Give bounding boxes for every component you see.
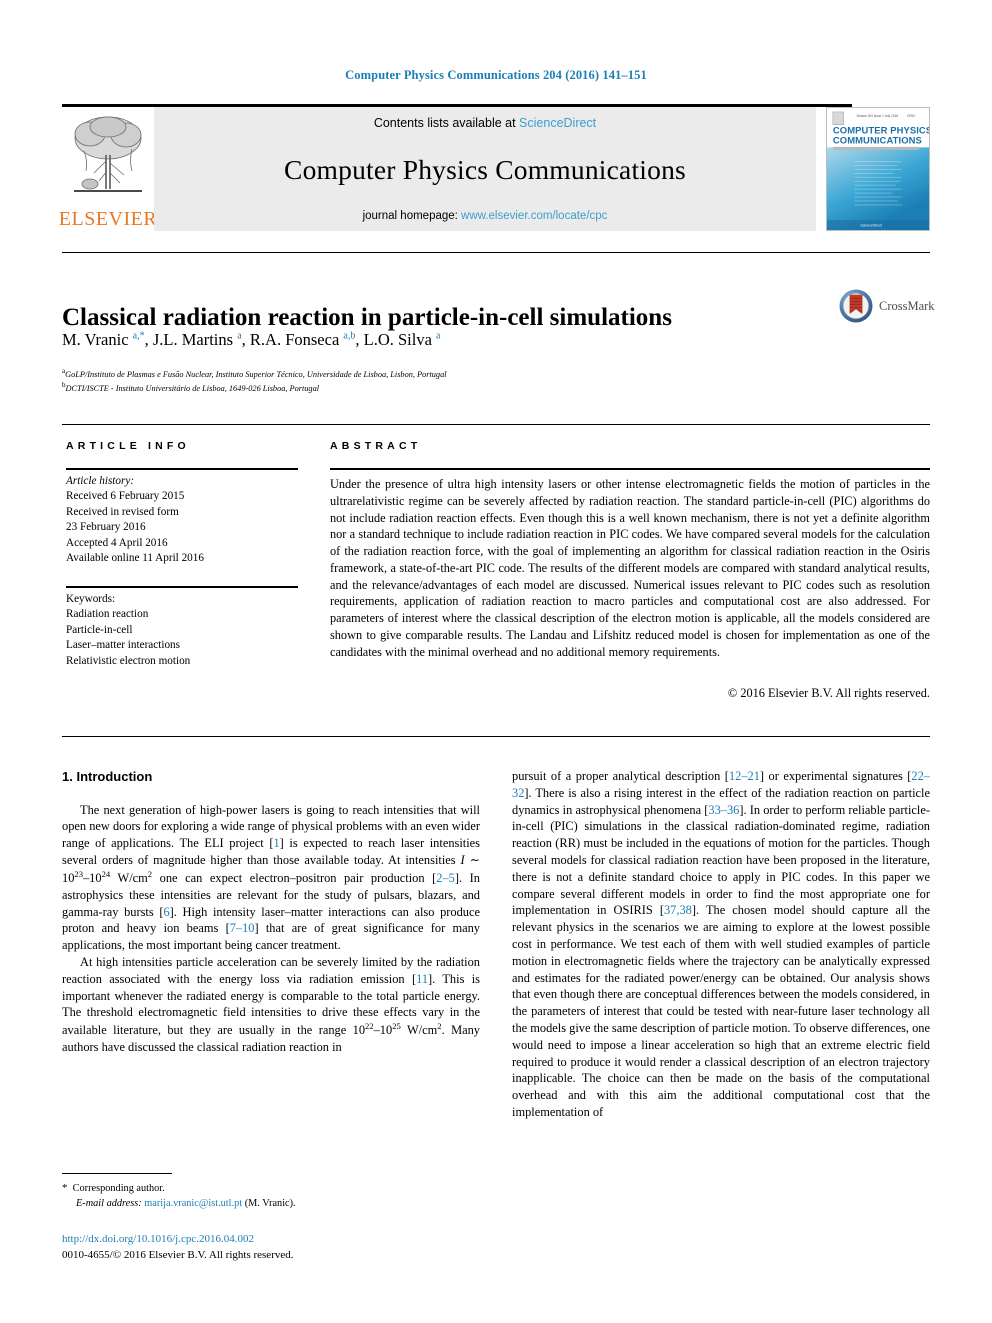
affiliation-b: bDCTI/ISCTE - Instituto Universitário de… (62, 381, 822, 394)
page-title: Classical radiation reaction in particle… (62, 303, 672, 331)
masthead-body: ELSEVIER Contents lists available at Sci… (58, 107, 932, 231)
journal-cover-thumbnail: Volume 204 Issue 1 July 2016 ISSN COMPUT… (826, 107, 932, 231)
elsevier-logo: ELSEVIER (58, 107, 158, 231)
affiliation-a-text: GoLP/Instituto de Plasmas e Fusão Nuclea… (65, 369, 447, 379)
keywords-label: Keywords: (66, 593, 116, 605)
corresponding-label: Corresponding author. (72, 1183, 165, 1194)
keyword-item: Relativistic electron motion (66, 654, 191, 667)
journal-cover-image: Volume 204 Issue 1 July 2016 ISSN COMPUT… (826, 107, 932, 231)
svg-text:COMMUNICATIONS: COMMUNICATIONS (833, 134, 922, 145)
masthead-center: Contents lists available at ScienceDirec… (154, 107, 816, 231)
journal-homepage-line: journal homepage: www.elsevier.com/locat… (363, 210, 608, 222)
abstract-heading: ABSTRACT (330, 440, 422, 452)
keywords-list: Keywords: Radiation reaction Particle-in… (66, 592, 298, 669)
history-item: Received 6 February 2015 (66, 490, 185, 503)
keyword-item: Radiation reaction (66, 608, 149, 621)
elsevier-tree-icon (74, 116, 142, 192)
abstract-block-top-rule (62, 424, 930, 425)
email-label: E-mail address: (76, 1197, 142, 1209)
email-link[interactable]: marija.vranic@ist.utl.pt (144, 1198, 242, 1209)
svg-text:ISSN: ISSN (907, 114, 914, 118)
keyword-item: Particle-in-cell (66, 623, 133, 636)
paper-page: Computer Physics Communications 204 (201… (0, 0, 992, 1323)
paragraph: pursuit of a proper analytical descripti… (512, 769, 930, 1119)
issn-copyright-line: 0010-4655/© 2016 Elsevier B.V. All right… (62, 1249, 294, 1261)
svg-text:Volume 204 Issue 1 July 2016: Volume 204 Issue 1 July 2016 (856, 114, 898, 118)
corresponding-marker: * (62, 1182, 68, 1194)
doi-link[interactable]: http://dx.doi.org/10.1016/j.cpc.2016.04.… (62, 1233, 492, 1245)
affiliation-a: aGoLP/Instituto de Plasmas e Fusão Nucle… (62, 367, 822, 380)
keyword-item: Laser–matter interactions (66, 639, 180, 652)
keywords-rule (66, 586, 298, 588)
svg-text:ScienceDirect: ScienceDirect (860, 224, 882, 228)
history-item: Available online 11 April 2016 (66, 552, 204, 565)
history-item: Accepted 4 April 2016 (66, 536, 168, 549)
article-history-label: Article history: (66, 475, 135, 487)
article-info-heading: ARTICLE INFO (66, 440, 190, 452)
section-heading-introduction: 1. Introduction (62, 769, 153, 784)
history-item: Received in revised form (66, 505, 179, 518)
affiliation-b-text: DCTI/ISCTE - Instituto Universitário de … (65, 383, 320, 393)
journal-masthead: ELSEVIER Contents lists available at Sci… (58, 104, 932, 231)
running-head: Computer Physics Communications 204 (201… (345, 68, 647, 82)
body-column-right: pursuit of a proper analytical descripti… (512, 768, 930, 1121)
history-item: 23 February 2016 (66, 521, 146, 534)
abstract-block-bottom-rule (62, 736, 930, 737)
abstract-text: Under the presence of ultra high intensi… (330, 477, 930, 659)
crossmark-badge[interactable]: CrossMark (838, 284, 942, 328)
elsevier-wordmark: ELSEVIER (58, 208, 158, 230)
homepage-prefix: journal homepage: (362, 210, 462, 222)
journal-title: Computer Physics Communications (284, 154, 686, 185)
footnote-rule (62, 1173, 172, 1174)
article-info-rule (66, 468, 298, 470)
sciencedirect-link[interactable]: ScienceDirect (519, 116, 596, 130)
footnote-corresponding-author: * Corresponding author. E-mail address: … (62, 1181, 480, 1212)
crossmark-label: CrossMark (879, 298, 935, 313)
contents-lists-line: Contents lists available at ScienceDirec… (374, 116, 596, 130)
contents-prefix: Contents lists available at (373, 116, 520, 130)
email-suffix: (M. Vranic). (244, 1197, 296, 1209)
title-separator-rule (62, 252, 930, 253)
crossmark-icon (839, 289, 873, 323)
article-history: Article history: Received 6 February 201… (66, 474, 298, 567)
paragraph: The next generation of high-power lasers… (62, 802, 480, 953)
abstract-rule (330, 468, 930, 470)
paragraph: At high intensities particle acceleratio… (62, 954, 480, 1055)
journal-homepage-link[interactable]: www.elsevier.com/locate/cpc (461, 210, 607, 222)
abstract-copyright: © 2016 Elsevier B.V. All rights reserved… (727, 686, 930, 700)
author-list: M. Vranic a,*, J.L. Martins a, R.A. Fons… (62, 330, 441, 349)
body-column-left: 1. Introduction The next generation of h… (62, 768, 480, 1056)
